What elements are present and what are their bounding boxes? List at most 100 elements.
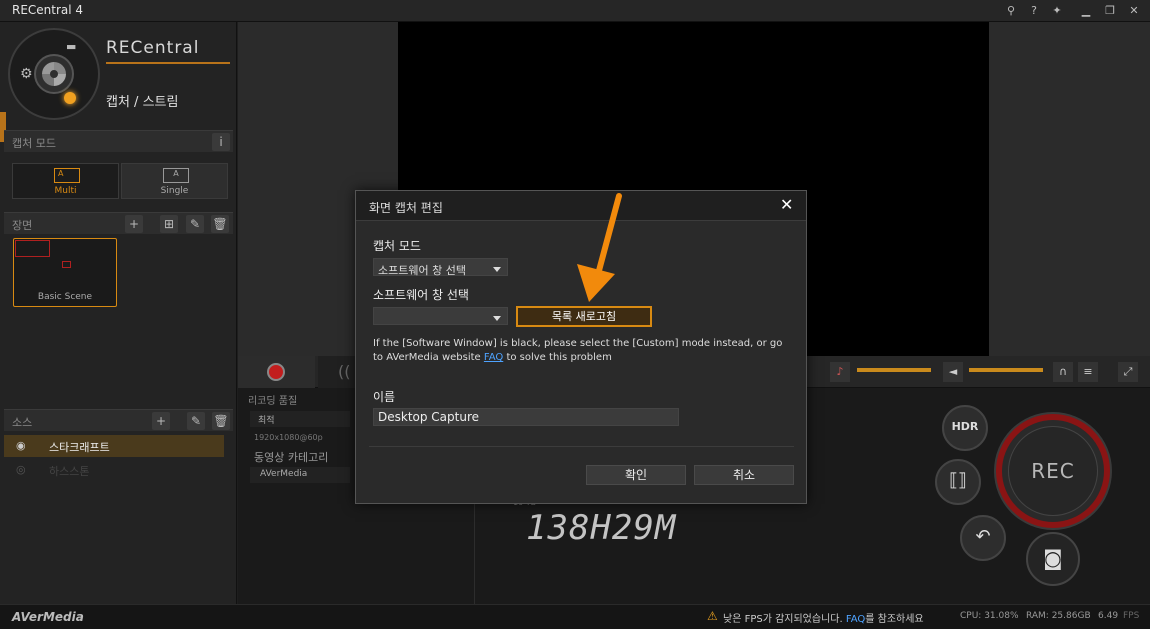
delete-scene-button[interactable]: 🗑 [211, 215, 229, 233]
cancel-button[interactable]: 취소 [694, 465, 794, 485]
fps-label: FPS [1123, 611, 1140, 621]
record-tab[interactable] [238, 356, 315, 388]
footer-logo: AVerMedia [12, 610, 84, 624]
stream-tab[interactable]: (( [318, 356, 358, 388]
source-item-label-2: 하스스톤 [49, 465, 90, 478]
scene-item[interactable]: Basic Scene [13, 238, 117, 307]
name-input[interactable] [373, 408, 679, 426]
ok-button[interactable]: 확인 [586, 465, 686, 485]
hdr-button[interactable]: HDR [942, 405, 988, 451]
close-dialog-icon[interactable]: ✕ [780, 195, 793, 214]
source-item-active[interactable]: ◉ 스타크래프트 [4, 435, 224, 457]
warning-icon: ⚠ [707, 609, 718, 623]
dial-center [34, 54, 74, 94]
brand-logo: RECentral [106, 38, 200, 58]
restore-button[interactable]: ❐ [1101, 2, 1119, 20]
capture-mode-select[interactable]: 소프트웨어 창 선택 [373, 258, 508, 277]
record-dot-icon [267, 363, 285, 381]
name-label: 이름 [373, 390, 396, 404]
scene-header: 장면 + ⊞ ✎ 🗑 [4, 212, 233, 234]
speaker-icon[interactable]: ◄ [943, 362, 963, 382]
close-window-button[interactable]: ✕ [1125, 2, 1143, 20]
scene-thumb-box [15, 240, 50, 257]
split-button[interactable]: ⟦⟧ [935, 459, 981, 505]
window-select-label: 소프트웨어 창 선택 [373, 288, 469, 302]
mode-title: 캡처 / 스트림 [106, 95, 179, 110]
faq-link[interactable]: FAQ [484, 352, 503, 363]
camera-icon: ◙ [1043, 546, 1063, 570]
help-text: If the [Software Window] is black, pleas… [373, 338, 783, 363]
capture-mode-label: 캡처 모드 [12, 137, 56, 150]
quality-select[interactable]: 최적 [250, 411, 350, 427]
mode-multi-label: Multi [54, 186, 77, 196]
category-select[interactable]: AVerMedia [250, 467, 350, 483]
mode-single[interactable]: A Single [121, 163, 228, 199]
chevron-down-icon [493, 267, 501, 272]
scene-thumb-small [62, 261, 71, 268]
folder-icon[interactable]: ▬ [66, 40, 76, 53]
pin-top-icon[interactable]: ✦ [1048, 2, 1066, 20]
rec-button[interactable]: REC [996, 414, 1110, 528]
mode-multi[interactable]: A Multi [12, 163, 119, 199]
headphone-icon[interactable]: ∩ [1053, 362, 1073, 382]
annotation-arrow-icon [577, 193, 622, 302]
mic-icon[interactable]: ♪ [830, 362, 850, 382]
capture-mode-header: 캡처 모드 i [4, 130, 233, 152]
scene-label: 장면 [12, 219, 33, 232]
fps-faq-link[interactable]: FAQ [846, 614, 865, 625]
status-bar: AVerMedia ⚠ 낮은 FPS가 감지되었습니다. FAQ를 참조하세요 … [0, 604, 1150, 629]
edit-source-button[interactable]: ✎ [187, 412, 205, 430]
multi-icon: A [54, 168, 80, 183]
add-scene-button[interactable]: + [125, 215, 143, 233]
ram-stat: RAM: 25.86GB [1026, 611, 1091, 621]
app-window: RECentral 4 ⚲ ? ✦ ▁ ❐ ✕ ⚙ ▬ RECentral 캡처… [0, 0, 1150, 629]
left-panel: ⚙ ▬ RECentral 캡처 / 스트림 캡처 모드 i A Multi A… [0, 22, 237, 604]
pin-icon[interactable]: ⚲ [1002, 2, 1020, 20]
scene-layout-button[interactable]: ⊞ [160, 215, 178, 233]
snapshot-button[interactable]: ◙ [1026, 532, 1080, 586]
mode-dial[interactable]: ⚙ ▬ [8, 28, 100, 120]
fullscreen-icon[interactable]: ⤢ [1118, 362, 1138, 382]
source-item-hidden[interactable]: ◎ 하스스톤 [4, 459, 224, 481]
rec-button-label: REC [1008, 426, 1098, 516]
brand-underline [106, 62, 230, 64]
help-icon[interactable]: ? [1025, 2, 1043, 20]
record-timer: 138H29M [526, 508, 677, 548]
refresh-list-button[interactable]: 목록 새로고침 [516, 306, 652, 327]
edit-scene-button[interactable]: ✎ [186, 215, 204, 233]
scene-item-label: Basic Scene [37, 292, 93, 302]
mode-single-label: Single [160, 186, 189, 196]
replay-button[interactable]: ↶ [960, 515, 1006, 561]
window-select[interactable] [373, 307, 508, 325]
delete-source-button[interactable]: 🗑 [212, 412, 230, 430]
source-label: 소스 [12, 416, 33, 429]
minimize-button[interactable]: ▁ [1077, 2, 1095, 20]
single-icon: A [163, 168, 189, 183]
info-button[interactable]: i [212, 133, 230, 151]
title-bar: RECentral 4 ⚲ ? ✦ ▁ ❐ ✕ [0, 0, 1150, 22]
eye-off-icon[interactable]: ◎ [16, 463, 26, 476]
eye-icon[interactable]: ◉ [16, 439, 26, 452]
split-icon: ⟦⟧ [949, 470, 967, 491]
mic-volume-slider[interactable] [857, 368, 931, 372]
dialog-title: 화면 캡처 편집 [369, 201, 443, 215]
replay-icon: ↶ [975, 526, 991, 547]
chevron-down-icon [493, 316, 501, 321]
quality-label: 리코딩 품질 [248, 396, 298, 407]
window-title: RECentral 4 [12, 3, 84, 17]
resolution-text: 1920x1080@60p [254, 433, 323, 442]
gear-icon[interactable]: ⚙ [20, 66, 33, 82]
swirl-icon [42, 62, 66, 86]
category-label: 동영상 카테고리 [254, 451, 329, 464]
dialog-divider [369, 446, 794, 447]
capture-mode-field-label: 캡처 모드 [373, 239, 421, 253]
source-item-label: 스타크래프트 [49, 441, 110, 454]
capture-mode-indicator[interactable] [64, 92, 76, 104]
add-source-button[interactable]: + [152, 412, 170, 430]
cpu-stat: CPU: 31.08% [960, 611, 1019, 621]
mixer-icon[interactable]: ≡ [1078, 362, 1098, 382]
speaker-volume-slider[interactable] [969, 368, 1043, 372]
fps-value: 6.49 [1098, 611, 1119, 621]
source-header: 소스 + ✎ 🗑 [4, 409, 233, 431]
fps-warning: 낮은 FPS가 감지되었습니다. FAQ를 참조하세요 [723, 614, 924, 625]
